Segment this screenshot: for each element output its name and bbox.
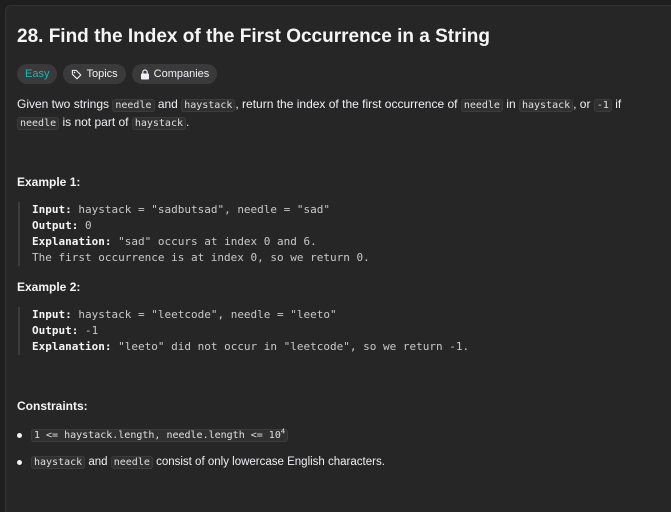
inline-code: haystack <box>518 99 574 112</box>
input-value: haystack = "leetcode", needle = "leeto" <box>71 308 337 321</box>
example-2-explanation: Explanation: "leeto" did not occur in "l… <box>32 339 655 355</box>
explanation-label: Explanation: <box>32 235 112 248</box>
inline-code: needle <box>110 456 153 469</box>
problem-panel: 28. Find the Index of the First Occurren… <box>5 5 671 512</box>
output-label: Output: <box>32 219 79 232</box>
desc-text: , or <box>573 97 594 111</box>
desc-text: if <box>611 97 622 111</box>
topics-label: Topics <box>86 68 118 80</box>
desc-text: . <box>186 115 190 129</box>
example-1-block: Input: haystack = "sadbutsad", needle = … <box>18 202 655 266</box>
explanation-value: "leeto" did not occur in "leetcode", so … <box>111 340 470 353</box>
inline-code: -1 <box>593 99 612 112</box>
desc-text: in <box>502 97 519 111</box>
example-2-input: Input: haystack = "leetcode", needle = "… <box>32 307 655 323</box>
constraints-title: Constraints: <box>17 399 88 413</box>
example-2-block: Input: haystack = "leetcode", needle = "… <box>18 307 655 355</box>
problem-title[interactable]: 28. Find the Index of the First Occurren… <box>17 24 655 50</box>
output-value: -1 <box>78 324 99 337</box>
constraints-list: 1 <= haystack.length, needle.length <= 1… <box>17 427 655 471</box>
inline-code: 1 <= haystack.length, needle.length <= 1… <box>31 427 289 442</box>
input-value: haystack = "sadbutsad", needle = "sad" <box>71 203 331 216</box>
example-1-output: Output: 0 <box>32 218 655 234</box>
lock-icon <box>140 68 150 80</box>
input-label: Input: <box>32 308 72 321</box>
output-label: Output: <box>32 324 79 337</box>
problem-description: Given two strings needle and haystack, r… <box>17 96 655 132</box>
inline-code: needle <box>112 99 155 112</box>
inline-code: haystack <box>31 456 86 469</box>
example-1-explanation-cont: The first occurrence is at index 0, so w… <box>32 251 370 264</box>
inline-code: haystack <box>181 99 236 112</box>
constraint-item: haystack and needle consist of only lowe… <box>17 454 655 471</box>
example-1-title: Example 1: <box>17 175 81 189</box>
explanation-label: Explanation: <box>32 340 112 353</box>
topics-button[interactable]: Topics <box>63 64 126 84</box>
inline-code: needle <box>17 117 60 130</box>
desc-text: and <box>154 97 182 111</box>
companies-label: Companies <box>153 68 210 80</box>
difficulty-label: Easy <box>25 68 50 80</box>
problem-tags: Easy Topics Companies <box>17 63 655 85</box>
example-2-output: Output: -1 <box>32 323 655 339</box>
difficulty-badge: Easy <box>17 64 58 84</box>
desc-text: is not part of <box>59 115 132 129</box>
output-value: 0 <box>78 219 92 232</box>
inline-code: haystack <box>131 117 186 130</box>
constraint-text: and <box>85 456 111 468</box>
constraint-item: 1 <= haystack.length, needle.length <= 1… <box>17 427 655 444</box>
inline-code: needle <box>460 99 503 112</box>
explanation-value: "sad" occurs at index 0 and 6. <box>111 235 317 248</box>
example-2-title: Example 2: <box>17 280 81 294</box>
problem-content: 28. Find the Index of the First Occurren… <box>17 24 655 481</box>
desc-text: , return the index of the first occurren… <box>235 97 461 111</box>
tag-icon <box>71 69 82 80</box>
example-1-explanation: Explanation: "sad" occurs at index 0 and… <box>32 234 655 250</box>
constraint-text: consist of only lowercase English charac… <box>152 456 385 468</box>
exponent: 4 <box>280 427 286 436</box>
constraint-code: 1 <= haystack.length, needle.length <= 1… <box>34 430 281 441</box>
companies-button[interactable]: Companies <box>131 64 218 84</box>
input-label: Input: <box>32 203 72 216</box>
example-1-input: Input: haystack = "sadbutsad", needle = … <box>32 202 655 218</box>
desc-text: Given two strings <box>17 97 113 111</box>
